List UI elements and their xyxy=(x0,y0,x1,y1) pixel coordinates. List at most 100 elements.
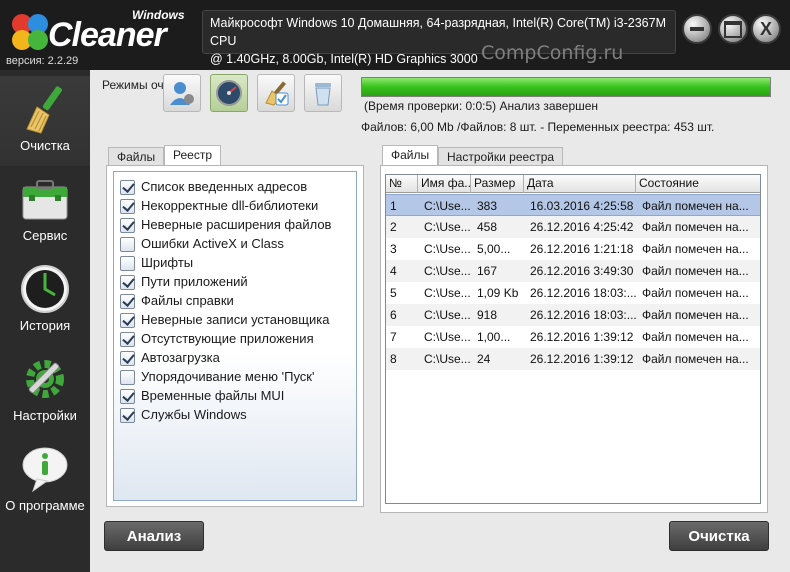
sidebar-item-label: Настройки xyxy=(13,408,77,423)
sidebar-item-history[interactable]: История xyxy=(0,256,90,346)
registry-checkbox-item[interactable]: Автозагрузка xyxy=(120,349,220,367)
table-cell: 918 xyxy=(477,308,498,322)
sidebar-item-service[interactable]: Сервис xyxy=(0,166,90,256)
column-header-status[interactable]: Состояние xyxy=(636,175,760,193)
tab-files-right[interactable]: Файлы xyxy=(382,145,439,167)
table-row[interactable]: 7 C:\Use... 1,00... 26.12.2016 1:39:12 Файл … xyxy=(386,326,760,348)
checkbox-label: Автозагрузка xyxy=(141,350,220,365)
table-cell: 167 xyxy=(477,264,498,278)
column-header-date[interactable]: Дата xyxy=(524,175,636,193)
table-cell: 2 xyxy=(390,220,397,234)
table-cell: 16.03.2016 4:25:58 xyxy=(530,199,634,213)
close-icon: X xyxy=(759,18,772,39)
registry-checkbox-item[interactable]: Службы Windows xyxy=(120,406,247,424)
table-cell: Файл помечен на... xyxy=(642,352,749,366)
table-row[interactable]: 6 C:\Use... 918 26.12.2016 18:03:... Файл по… xyxy=(386,304,760,326)
mode-recycle-bin-button[interactable] xyxy=(304,74,342,112)
mode-user-button[interactable] xyxy=(163,74,201,112)
main-panel: Режимы очистки: (Время проверки: 0:0:5) … xyxy=(90,70,790,572)
registry-checkbox-item[interactable]: Пути приложений xyxy=(120,273,248,291)
table-row[interactable]: 5 C:\Use... 1,09 Kb 26.12.2016 18:03:... Фай… xyxy=(386,282,760,304)
table-cell: C:\Use... xyxy=(424,286,470,300)
title-bar: Windows Cleaner версия: 2.2.29 Майкрософ… xyxy=(0,0,790,70)
analyze-button[interactable]: Анализ xyxy=(104,521,204,551)
checkbox[interactable] xyxy=(120,350,135,366)
checkbox-label: Некорректные dll-библиотеки xyxy=(141,198,319,213)
registry-checkbox-item[interactable]: Временные файлы MUI xyxy=(120,387,284,405)
checkbox[interactable] xyxy=(120,331,135,347)
tab-registry[interactable]: Реестр xyxy=(164,145,221,167)
files-table[interactable]: № Имя фа... Размер Дата Состояние 1 C:\Us… xyxy=(385,174,761,504)
table-row[interactable]: 3 C:\Use... 5,00... 26.12.2016 1:21:18 Файл … xyxy=(386,238,760,260)
checkbox[interactable] xyxy=(120,255,135,271)
table-cell: Файл помечен на... xyxy=(642,286,749,300)
column-header-number[interactable]: № xyxy=(386,175,418,193)
mode-brush-button[interactable] xyxy=(257,74,295,112)
clean-button[interactable]: Очистка xyxy=(669,521,769,551)
table-cell: 26.12.2016 4:25:42 xyxy=(530,220,634,234)
table-cell: 1 xyxy=(390,199,397,213)
table-row[interactable]: 2 C:\Use... 458 26.12.2016 4:25:42 Файл поме… xyxy=(386,216,760,238)
table-row[interactable]: 1 C:\Use... 383 16.03.2016 4:25:58 Файл поме… xyxy=(386,194,760,216)
registry-checkbox-item[interactable]: Упорядочивание меню 'Пуск' xyxy=(120,368,314,386)
checkbox[interactable] xyxy=(120,198,135,214)
version-label: версия: 2.2.29 xyxy=(6,55,79,67)
checkbox[interactable] xyxy=(120,312,135,328)
registry-checkbox-item[interactable]: Файлы справки xyxy=(120,292,234,310)
registry-checkbox-item[interactable]: Некорректные dll-библиотеки xyxy=(120,197,318,215)
close-button[interactable]: X xyxy=(751,14,781,44)
checkbox-label: Список введенных адресов xyxy=(141,179,308,194)
registry-checkbox-item[interactable]: Неверные записи установщика xyxy=(120,311,329,329)
table-cell: 26.12.2016 1:39:12 xyxy=(530,352,634,366)
sidebar-item-settings[interactable]: Настройки xyxy=(0,346,90,436)
minimize-button[interactable] xyxy=(682,14,712,44)
maximize-button[interactable] xyxy=(718,14,748,44)
scan-progress-bar xyxy=(361,77,771,97)
table-cell: 5,00... xyxy=(477,242,511,256)
sidebar-item-about[interactable]: О программе xyxy=(0,436,90,526)
watermark: CompConfig.ru xyxy=(481,42,624,64)
app-logo: Windows Cleaner xyxy=(8,6,188,56)
table-cell: C:\Use... xyxy=(424,330,470,344)
scan-time-status: (Время проверки: 0:0:5) Анализ завершен xyxy=(364,99,599,113)
sidebar-item-label: Сервис xyxy=(22,228,68,243)
checkbox[interactable] xyxy=(120,236,135,252)
table-cell: 26.12.2016 1:21:18 xyxy=(530,242,634,256)
sidebar-item-cleaning[interactable]: Очистка xyxy=(0,76,90,166)
sidebar-item-label: Очистка xyxy=(20,138,70,153)
checkbox[interactable] xyxy=(120,293,135,309)
toolbox-icon xyxy=(18,172,72,226)
table-cell: 4 xyxy=(390,264,397,278)
column-header-filename[interactable]: Имя фа... xyxy=(418,175,471,193)
table-cell: C:\Use... xyxy=(424,220,470,234)
registry-checkbox-item[interactable]: Шрифты xyxy=(120,254,193,272)
scan-progress-fill xyxy=(362,78,770,96)
tab-files-left[interactable]: Файлы xyxy=(108,147,165,167)
registry-checkbox-item[interactable]: Неверные расширения файлов xyxy=(120,216,331,234)
mode-gauge-button[interactable] xyxy=(210,74,248,112)
table-cell: 26.12.2016 1:39:12 xyxy=(530,330,634,344)
table-row[interactable]: 4 C:\Use... 167 26.12.2016 3:49:30 Файл поме… xyxy=(386,260,760,282)
checkbox[interactable] xyxy=(120,179,135,195)
column-header-size[interactable]: Размер xyxy=(471,175,524,193)
checkbox[interactable] xyxy=(120,407,135,423)
checkbox-label: Неверные записи установщика xyxy=(141,312,330,327)
sidebar: Очистка Сервис История Настройки О прогр… xyxy=(0,70,90,572)
info-bubble-icon xyxy=(18,442,72,496)
table-cell: 26.12.2016 18:03:... xyxy=(530,286,636,300)
tab-registry-settings[interactable]: Настройки реестра xyxy=(438,147,564,167)
registry-checkbox-item[interactable]: Список введенных адресов xyxy=(120,178,307,196)
checkbox-label: Неверные расширения файлов xyxy=(141,217,332,232)
recycle-bin-mode-icon xyxy=(315,83,331,106)
checkbox[interactable] xyxy=(120,388,135,404)
registry-checkbox-item[interactable]: Отсутствующие приложения xyxy=(120,330,314,348)
checkbox[interactable] xyxy=(120,274,135,290)
table-cell: Файл помечен на... xyxy=(642,199,749,213)
registry-checklist: Список введенных адресов Некорректные dll… xyxy=(113,171,357,501)
right-tab-bar: Файлы Настройки реестра xyxy=(382,145,632,167)
left-tab-bar: Файлы Реестр xyxy=(108,145,308,167)
checkbox[interactable] xyxy=(120,217,135,233)
registry-checkbox-item[interactable]: Ошибки ActiveX и Class xyxy=(120,235,284,253)
checkbox[interactable] xyxy=(120,369,135,385)
table-row[interactable]: 8 C:\Use... 24 26.12.2016 1:39:12 Файл помеч… xyxy=(386,348,760,370)
